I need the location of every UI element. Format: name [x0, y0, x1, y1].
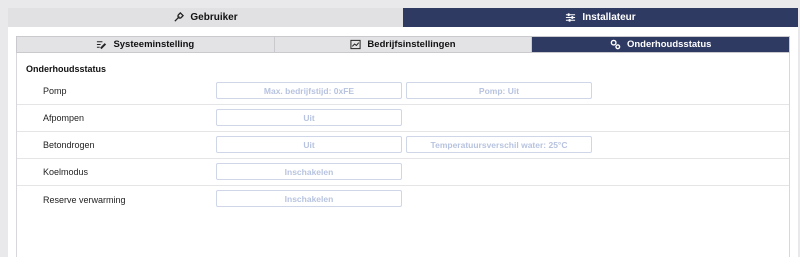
pomp-status-field[interactable]: Pomp: Uit [406, 82, 592, 99]
reserve-verwarming-button[interactable]: Inschakelen [216, 190, 402, 207]
tab-installateur[interactable]: Installateur [403, 8, 798, 27]
tab-gebruiker-label: Gebruiker [190, 12, 238, 23]
tab-bedrijfsinstellingen-label: Bedrijfsinstellingen [367, 39, 456, 50]
tab-installateur-label: Installateur [582, 12, 636, 23]
row-label: Afpompen [43, 113, 85, 123]
tools-icon [173, 12, 185, 23]
tab-onderhoudsstatus[interactable]: Onderhoudsstatus [532, 37, 790, 52]
row-label: Pomp [43, 86, 67, 96]
row-label: Reserve verwarming [43, 194, 126, 205]
chart-window-icon [350, 39, 362, 50]
betondrogen-status-field[interactable]: Uit [216, 136, 402, 153]
pomp-bedrijfstijd-field[interactable]: Max. bedrijfstijd: 0xFE [216, 82, 402, 99]
row-label: Koelmodus [43, 167, 89, 177]
gears-icon [610, 39, 621, 50]
row-reserve-verwarming: Reserve verwarming Inschakelen [17, 186, 789, 213]
section-title: Onderhoudsstatus [26, 64, 107, 74]
koelmodus-button[interactable]: Inschakelen [216, 163, 402, 180]
status-rows: Pomp Max. bedrijfstijd: 0xFE Pomp: Uit A… [17, 78, 789, 213]
tab-bedrijfsinstellingen[interactable]: Bedrijfsinstellingen [274, 37, 533, 52]
settings-edit-icon [96, 39, 107, 50]
afpompen-field[interactable]: Uit [216, 109, 402, 126]
tab-systeeminstelling[interactable]: Systeeminstelling [17, 37, 275, 52]
settings-sliders-icon [565, 12, 576, 23]
tab-gebruiker[interactable]: Gebruiker [8, 8, 403, 27]
betondrogen-temp-field[interactable]: Temperatuursverschil water: 25°C [406, 136, 592, 153]
row-koelmodus: Koelmodus Inschakelen [17, 159, 789, 186]
row-afpompen: Afpompen Uit [17, 105, 789, 132]
sub-tab-bar: Systeeminstelling Bedrijfsinstellingen O… [16, 36, 790, 53]
row-betondrogen: Betondrogen Uit Temperatuursverschil wat… [17, 132, 789, 159]
status-content: Onderhoudsstatus Pomp Max. bedrijfstijd:… [16, 53, 790, 257]
tab-onderhoudsstatus-label: Onderhoudsstatus [626, 39, 712, 50]
row-pomp: Pomp Max. bedrijfstijd: 0xFE Pomp: Uit [17, 78, 789, 105]
tab-systeeminstelling-label: Systeeminstelling [113, 39, 195, 50]
top-tab-bar: Gebruiker Installateur [8, 8, 798, 27]
main-panel: Systeeminstelling Bedrijfsinstellingen O… [8, 27, 798, 257]
row-label: Betondrogen [43, 140, 95, 150]
